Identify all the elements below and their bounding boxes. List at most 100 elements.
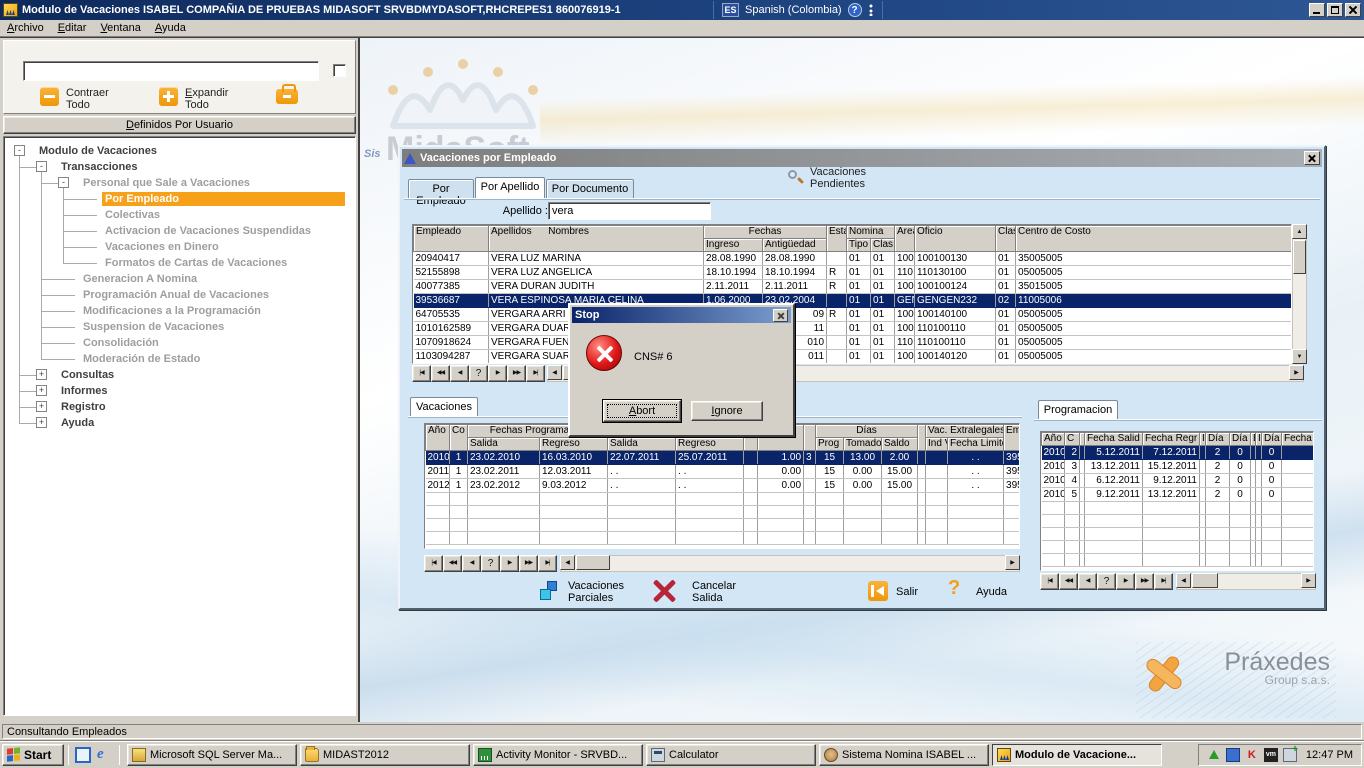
scroll-thumb[interactable] <box>576 555 610 570</box>
network-tray-icon[interactable] <box>1226 748 1240 762</box>
start-button[interactable]: Start <box>2 744 64 766</box>
nav-last-button[interactable]: ▶| <box>538 555 557 572</box>
expand-all-icon[interactable] <box>159 87 178 106</box>
tab-por-empleado[interactable]: Por Empleado <box>408 179 474 198</box>
task-activity-monitor[interactable]: Activity Monitor - SRVBD... <box>473 744 643 766</box>
nav-refresh-button[interactable]: ? <box>481 555 500 572</box>
nav-first-button[interactable]: |◀ <box>412 365 431 382</box>
partial-vacations-icon[interactable] <box>538 580 560 602</box>
tab-vacaciones[interactable]: Vacaciones <box>410 397 478 416</box>
close-button[interactable] <box>1345 3 1361 17</box>
quicklaunch-browser-icon[interactable]: e <box>97 747 113 763</box>
table-row[interactable]: 64705535VERGARA ARRI09R01011001001401000… <box>414 308 1292 322</box>
dialog-close-icon[interactable] <box>1304 151 1320 165</box>
ignore-button[interactable]: Ignore <box>691 401 763 421</box>
expand-icon[interactable]: + <box>36 417 47 428</box>
restore-button[interactable] <box>1327 3 1343 17</box>
table-row[interactable]: 20940417VERA LUZ MARINA28.08.199028.08.1… <box>414 252 1292 266</box>
nav-next-page-button[interactable]: ▶▶ <box>507 365 526 382</box>
tree-item[interactable]: Formatos de Cartas de Vacaciones <box>4 255 351 271</box>
programacion-grid-hscrollbar[interactable]: ◀ ▶ <box>1176 573 1316 590</box>
scroll-left-icon[interactable]: ◀ <box>560 555 575 570</box>
exit-button[interactable]: Salir <box>896 586 936 598</box>
tree-item[interactable]: +Registro <box>4 399 351 415</box>
tree-item[interactable]: Programación Anual de Vacaciones <box>4 287 351 303</box>
task-modulo-vacaciones[interactable]: Modulo de Vacacione... <box>992 744 1162 766</box>
employee-grid[interactable]: Empleado Apellidos Nombres Fechas Esta N… <box>412 224 1292 364</box>
menu-editar[interactable]: Editar <box>51 21 94 35</box>
menu-ayuda[interactable]: Ayuda <box>148 21 193 35</box>
tree-item[interactable]: +Informes <box>4 383 351 399</box>
tree-item[interactable]: -Modulo de Vacaciones <box>4 143 351 159</box>
vacaciones-grid[interactable]: Año Co Fechas Programadas Días Vac. Extr… <box>424 423 1020 549</box>
help-button[interactable]: Ayuda <box>976 586 1020 598</box>
nav-prior-page-button[interactable]: ◀◀ <box>431 365 450 382</box>
tree-item[interactable]: Activacion de Vacaciones Suspendidas <box>4 223 351 239</box>
tree-item[interactable]: Modificaciones a la Programación <box>4 303 351 319</box>
task-sql-server[interactable]: Microsoft SQL Server Ma... <box>127 744 297 766</box>
tree-item[interactable]: -Personal que Sale a Vacaciones <box>4 175 351 191</box>
tree-item[interactable]: Consolidación <box>4 335 351 351</box>
language-options-icon[interactable] <box>868 4 874 16</box>
tab-por-documento[interactable]: Por Documento <box>546 179 634 198</box>
pending-vacations-label[interactable]: Vacaciones Pendientes <box>810 166 890 190</box>
abort-button[interactable]: Abort <box>603 400 681 422</box>
table-row[interactable]: 2011123.02.201112.03.2011. .. .0.00150.0… <box>426 465 1020 479</box>
table-row[interactable]: 1010162589VERGARA DUAR110101100110100110… <box>414 322 1292 336</box>
tree-item[interactable]: Vacaciones en Dinero <box>4 239 351 255</box>
scroll-down-icon[interactable]: ▼ <box>1292 349 1307 364</box>
scroll-thumb[interactable] <box>1192 573 1218 588</box>
menu-ventana[interactable]: Ventana <box>93 21 147 35</box>
nav-prior-page-button[interactable]: ◀◀ <box>443 555 462 572</box>
module-tree[interactable]: -Modulo de Vacaciones-Transacciones-Pers… <box>3 136 356 716</box>
table-row[interactable]: 1070918624VERGARA FUEN010010111011010011… <box>414 336 1292 350</box>
nav-first-button[interactable]: |◀ <box>1040 573 1059 590</box>
tab-programacion[interactable]: Programacion <box>1038 400 1118 419</box>
minimize-button[interactable] <box>1309 3 1325 17</box>
printer-tray-icon[interactable] <box>1283 748 1297 762</box>
exit-icon[interactable] <box>868 581 888 601</box>
briefcase-icon[interactable] <box>276 89 298 104</box>
pending-search-icon[interactable] <box>787 169 803 185</box>
nav-last-button[interactable]: ▶| <box>526 365 545 382</box>
app-titlebar[interactable]: Modulo de Vacaciones ISABEL COMPAÑIA DE … <box>0 0 1364 20</box>
table-row[interactable]: 201059.12.201113.12.2011200 <box>1042 488 1314 502</box>
language-badge[interactable]: ES <box>722 3 739 17</box>
collapse-all-icon[interactable] <box>40 87 59 106</box>
search-combobox[interactable] <box>23 61 319 81</box>
nav-refresh-button[interactable]: ? <box>1097 573 1116 590</box>
scroll-right-icon[interactable]: ▶ <box>1005 555 1020 570</box>
tree-item[interactable]: -Transacciones <box>4 159 351 175</box>
expand-icon[interactable]: + <box>36 369 47 380</box>
tree-item[interactable]: +Consultas <box>4 367 351 383</box>
table-row[interactable]: 39536687VERA ESPINOSA MARIA CELINA1.06.2… <box>414 294 1292 308</box>
stop-close-icon[interactable] <box>773 309 788 322</box>
table-row[interactable]: 2010123.02.201016.03.201022.07.201125.07… <box>426 451 1020 465</box>
apellido-input[interactable]: vera <box>548 202 711 220</box>
antivirus-tray-icon[interactable]: K <box>1245 748 1259 762</box>
language-help-icon[interactable]: ? <box>848 3 862 17</box>
nav-next-button[interactable]: ▶ <box>500 555 519 572</box>
scroll-up-icon[interactable]: ▲ <box>1292 224 1307 239</box>
table-row[interactable]: 2012123.02.20129.03.2012. .. .0.00150.00… <box>426 479 1020 493</box>
tree-item[interactable]: Colectivas <box>4 207 351 223</box>
collapse-icon[interactable]: - <box>14 145 25 156</box>
updates-tray-icon[interactable] <box>1207 748 1221 762</box>
table-row[interactable]: 201046.12.20119.12.2011200 <box>1042 474 1314 488</box>
collapse-all-button[interactable]: Contraer Todo <box>66 87 126 111</box>
expand-all-button[interactable]: Expandir Todo <box>185 87 245 111</box>
tree-item[interactable]: Suspension de Vacaciones <box>4 319 351 335</box>
nav-prior-page-button[interactable]: ◀◀ <box>1059 573 1078 590</box>
programacion-grid[interactable]: AñoCFecha SalidFecha RegrIDíaDíaEIDíaFec… <box>1040 431 1314 571</box>
table-row[interactable]: 2010313.12.201115.12.2011200 <box>1042 460 1314 474</box>
dialog-titlebar[interactable]: Vacaciones por Empleado <box>402 149 1322 167</box>
table-row[interactable]: 52155898VERA LUZ ANGELICA18.10.199418.10… <box>414 266 1292 280</box>
nav-next-page-button[interactable]: ▶▶ <box>519 555 538 572</box>
table-row[interactable]: 40077385VERA DURAN JUDITH2.11.20112.11.2… <box>414 280 1292 294</box>
collapse-icon[interactable]: - <box>58 177 69 188</box>
table-row[interactable]: 201025.12.20117.12.2011200 <box>1042 446 1314 460</box>
nav-first-button[interactable]: |◀ <box>424 555 443 572</box>
tab-por-apellido[interactable]: Por Apellido <box>475 177 545 198</box>
employee-grid-vscrollbar[interactable]: ▲ ▼ <box>1292 224 1307 364</box>
scroll-left-icon[interactable]: ◀ <box>1176 573 1191 588</box>
